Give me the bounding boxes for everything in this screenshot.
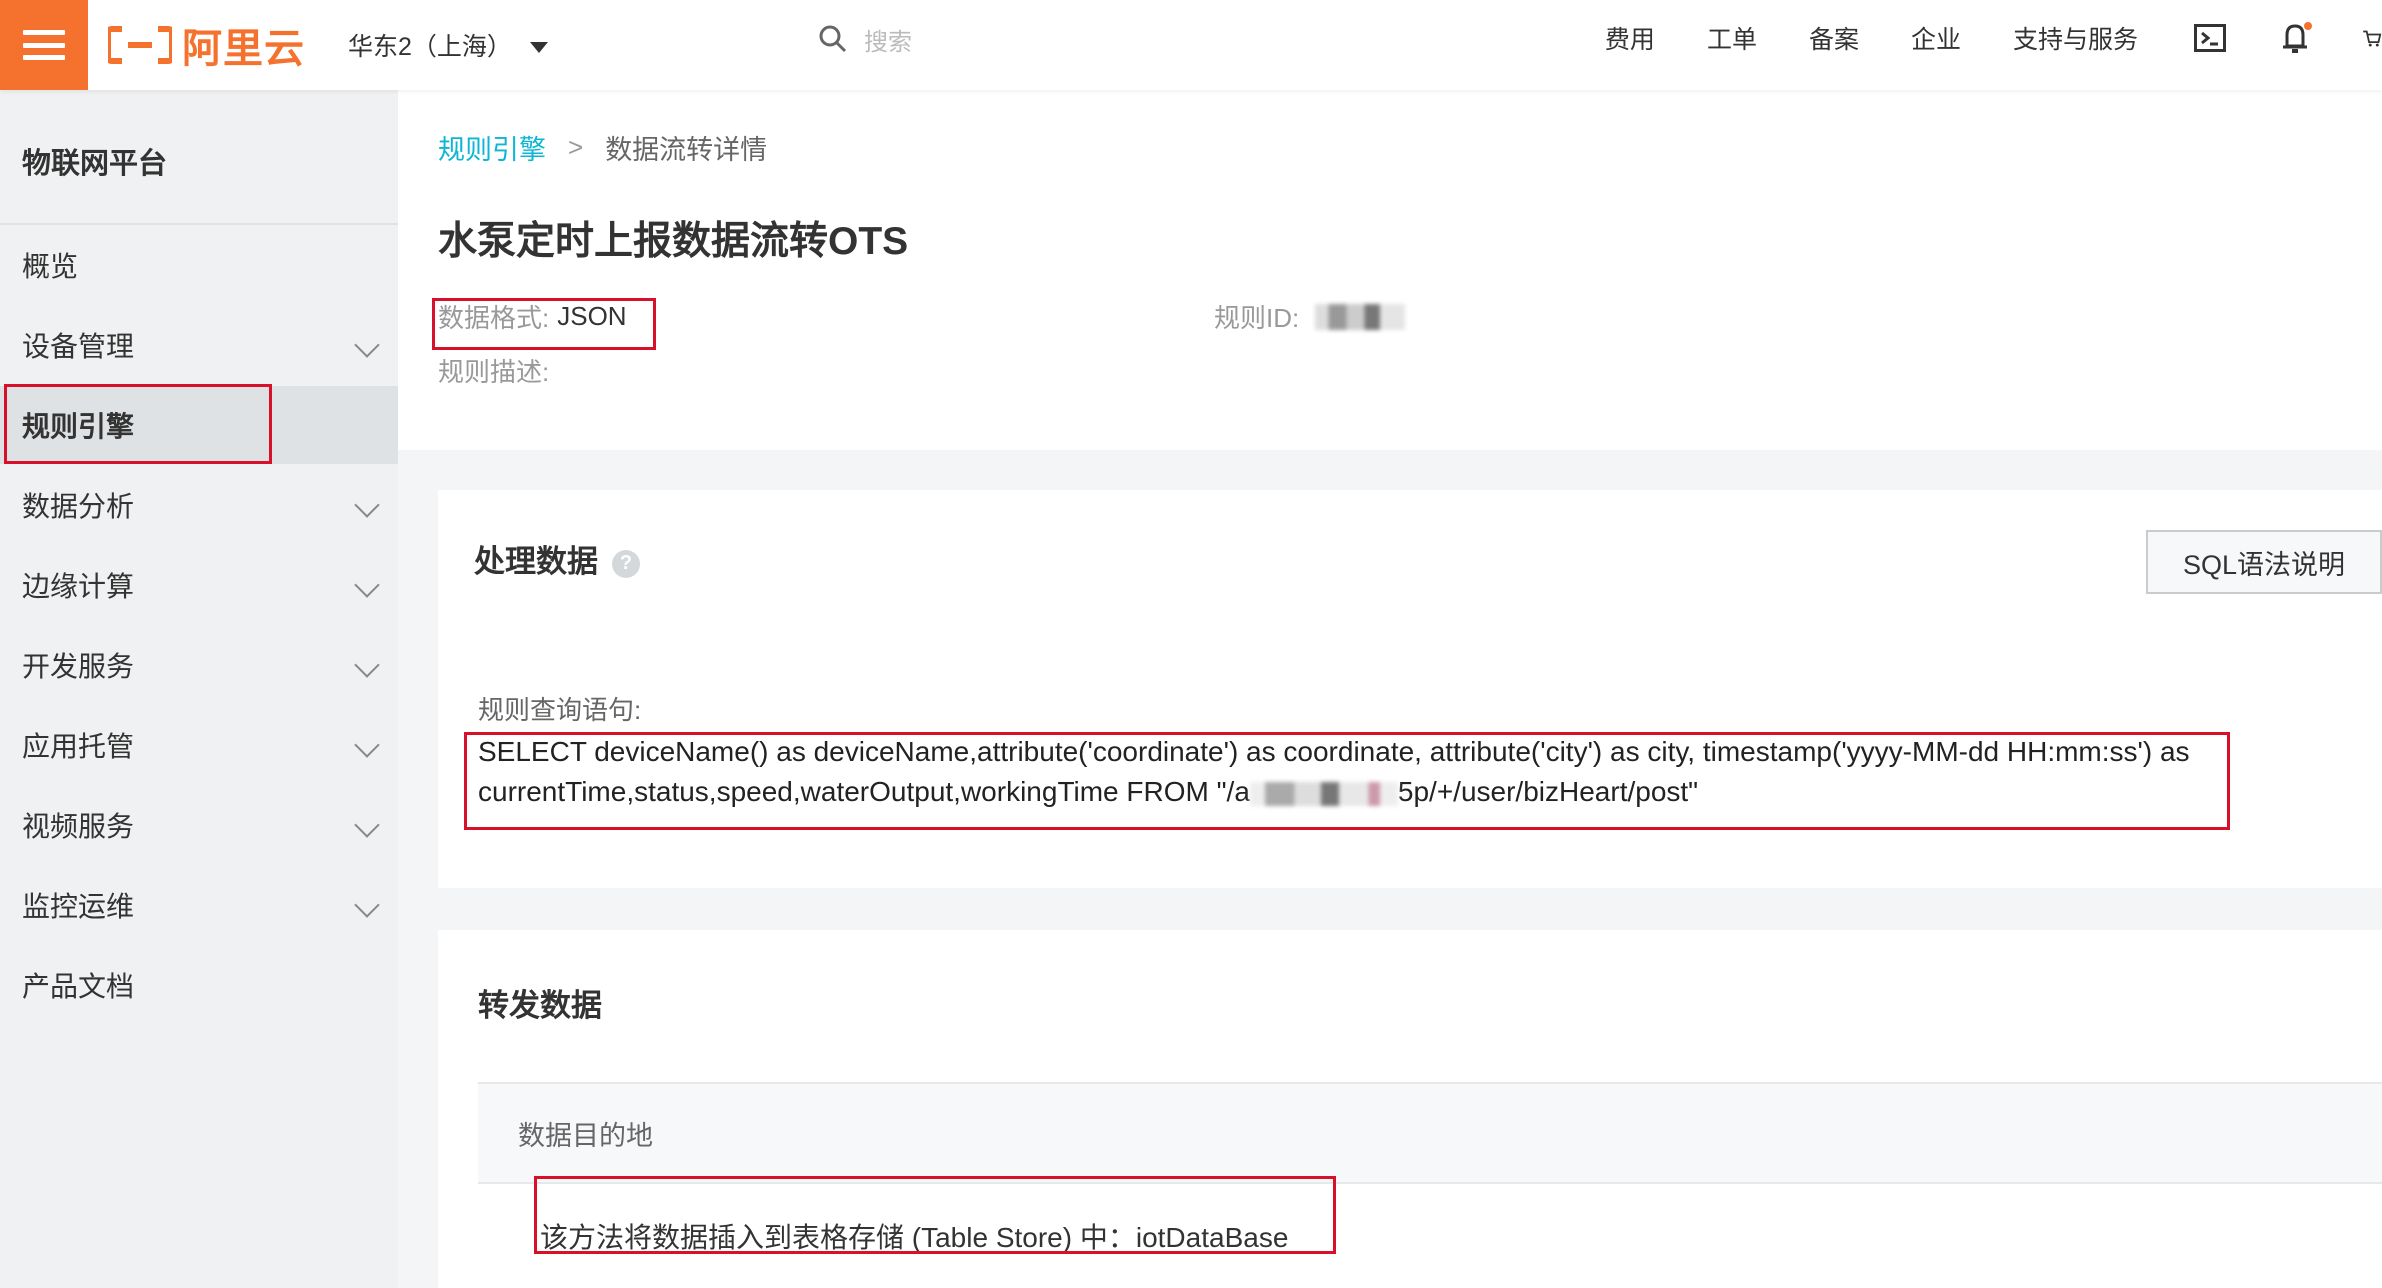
sidebar-item-label: 概览	[22, 251, 79, 282]
sidebar: 物联网平台 概览 设备管理 规则引擎 数据分析 边缘计算 开发服务 应用托管 视…	[0, 90, 398, 1288]
sidebar-item-edge-computing[interactable]: 边缘计算	[0, 546, 398, 624]
sidebar-item-label: 产品文档	[22, 971, 135, 1002]
table-row: 该方法将数据插入到表格存储 (Table Store) 中：iotDataBas…	[478, 1184, 2382, 1288]
rule-id-value-redacted	[1315, 303, 1406, 330]
sidebar-item-rule-engine[interactable]: 规则引擎	[0, 386, 398, 464]
sidebar-item-label: 监控运维	[22, 891, 135, 922]
sidebar-item-devices[interactable]: 设备管理	[0, 306, 398, 384]
search-icon	[819, 25, 847, 53]
chevron-down-icon	[354, 732, 380, 758]
sidebar-item-label: 设备管理	[22, 331, 135, 362]
process-data-title: 处理数据?	[474, 536, 640, 581]
data-format-value: JSON	[557, 301, 627, 331]
sidebar-item-video[interactable]: 视频服务	[0, 786, 398, 864]
data-format: 数据格式: JSON	[438, 298, 627, 335]
breadcrumb-current: 数据流转详情	[605, 135, 768, 165]
breadcrumb: 规则引擎 > 数据流转详情	[438, 128, 767, 167]
forward-data-card: 转发数据 数据目的地 该方法将数据插入到表格存储 (Table Store) 中…	[438, 930, 2382, 1288]
sidebar-item-dev-services[interactable]: 开发服务	[0, 626, 398, 704]
aliyun-bracket-icon	[108, 26, 172, 64]
page-title: 水泵定时上报数据流转OTS	[438, 220, 909, 263]
rule-description-label: 规则描述:	[438, 357, 550, 387]
redacted-topic	[1249, 781, 1398, 806]
terminal-icon[interactable]	[2190, 18, 2230, 58]
main-content: 规则引擎 > 数据流转详情 水泵定时上报数据流转OTS 数据格式: JSON 规…	[398, 90, 2382, 1288]
menu-icon[interactable]	[0, 0, 88, 90]
query-label: 规则查询语句:	[478, 695, 642, 725]
search-placeholder: 搜索	[864, 28, 912, 56]
data-format-label: 数据格式:	[438, 303, 550, 333]
top-nav: 费用 工单 备案 企业 支持与服务	[1605, 0, 2382, 76]
breadcrumb-separator: >	[568, 132, 584, 162]
sql-syntax-button[interactable]: SQL语法说明	[2146, 530, 2382, 594]
forward-data-title: 转发数据	[478, 988, 602, 1023]
sidebar-item-overview[interactable]: 概览	[0, 226, 398, 304]
sidebar-item-label: 数据分析	[22, 491, 135, 522]
sidebar-item-data-analysis[interactable]: 数据分析	[0, 466, 398, 544]
breadcrumb-rule-engine[interactable]: 规则引擎	[438, 128, 546, 167]
brand-name: 阿里云	[182, 26, 305, 72]
search-box[interactable]: 搜索	[818, 18, 912, 60]
sidebar-item-monitoring[interactable]: 监控运维	[0, 866, 398, 944]
chevron-down-icon	[354, 812, 380, 838]
sidebar-title: 物联网平台	[22, 148, 168, 180]
chevron-down-icon	[354, 492, 380, 518]
sidebar-item-label: 开发服务	[22, 651, 135, 682]
chevron-down-icon	[354, 652, 380, 678]
sql-query-part2: 5p/+/user/bizHeart/post"	[1397, 776, 1699, 807]
sidebar-item-label: 边缘计算	[22, 571, 135, 602]
nav-enterprise[interactable]: 企业	[1911, 20, 1961, 56]
process-data-title-text: 处理数据	[474, 544, 598, 579]
caret-down-icon	[529, 41, 548, 53]
cart-icon[interactable]	[2362, 18, 2382, 58]
top-bar: 阿里云 华东2（上海） 搜索 费用 工单 备案 企业 支持与服务	[0, 0, 2382, 90]
sidebar-item-label: 规则引擎	[22, 411, 135, 442]
sql-query: SELECT deviceName() as deviceName,attrib…	[478, 732, 2258, 812]
sidebar-item-docs[interactable]: 产品文档	[0, 946, 398, 1024]
header-card: 规则引擎 > 数据流转详情 水泵定时上报数据流转OTS 数据格式: JSON 规…	[398, 90, 2382, 450]
help-icon[interactable]: ?	[612, 549, 640, 578]
chevron-down-icon	[354, 572, 380, 598]
rule-id: 规则ID:	[1214, 298, 1406, 335]
sidebar-item-label: 应用托管	[22, 731, 135, 762]
nav-support[interactable]: 支持与服务	[2013, 20, 2138, 56]
sidebar-item-label: 视频服务	[22, 811, 135, 842]
table-header-destination: 数据目的地	[478, 1082, 2382, 1184]
nav-tickets[interactable]: 工单	[1707, 20, 1757, 56]
rule-id-label: 规则ID:	[1214, 303, 1300, 333]
region-selector[interactable]: 华东2（上海）	[348, 22, 548, 68]
sidebar-item-app-hosting[interactable]: 应用托管	[0, 706, 398, 784]
chevron-down-icon	[354, 332, 380, 358]
process-data-card: 处理数据? SQL语法说明 规则查询语句: SELECT deviceName(…	[438, 490, 2382, 888]
region-label: 华东2（上海）	[348, 33, 512, 61]
sidebar-divider	[0, 223, 398, 225]
nav-fees[interactable]: 费用	[1605, 20, 1655, 56]
nav-icp[interactable]: 备案	[1809, 20, 1859, 56]
bell-icon[interactable]	[2276, 18, 2316, 58]
aliyun-logo[interactable]: 阿里云	[108, 20, 305, 72]
chevron-down-icon	[354, 892, 380, 918]
